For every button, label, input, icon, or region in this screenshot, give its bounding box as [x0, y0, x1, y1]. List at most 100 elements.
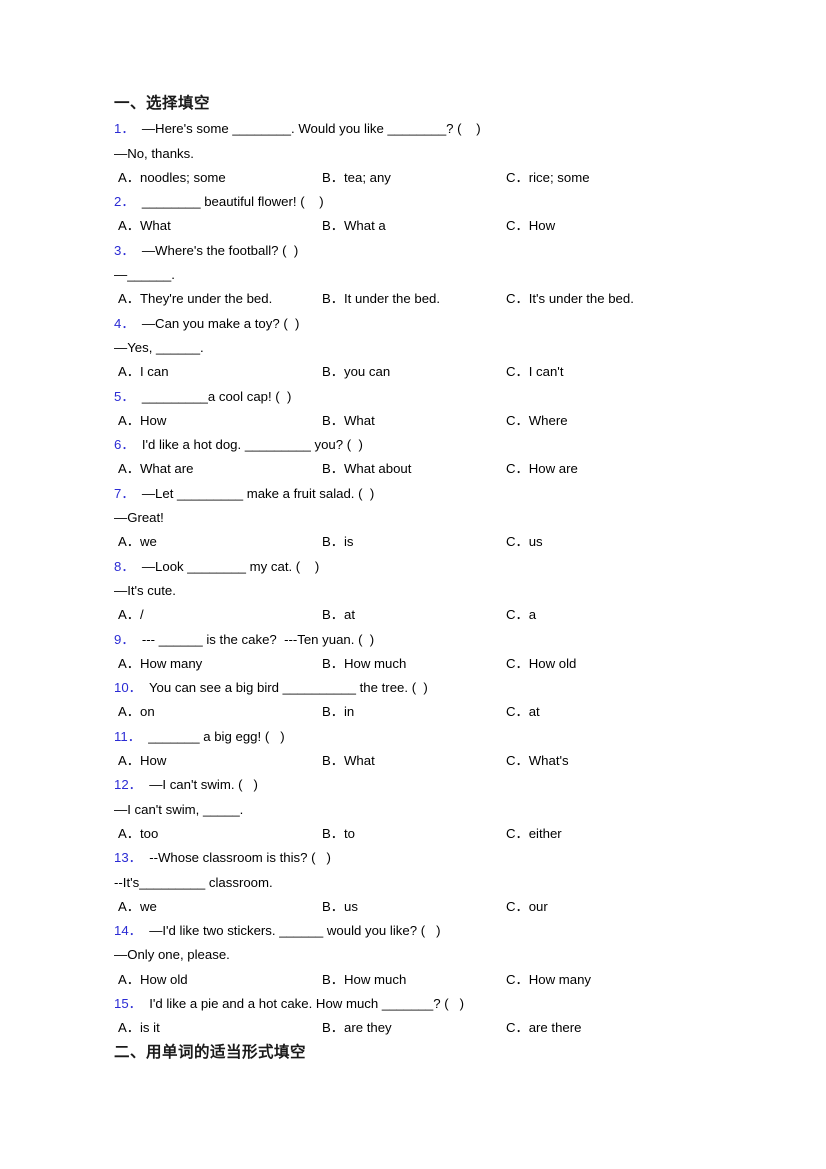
option-c[interactable]: C．How old: [506, 652, 576, 676]
question-number-gap: [135, 243, 142, 258]
option-c[interactable]: C．are there: [506, 1016, 582, 1040]
option-b[interactable]: B．are they: [322, 1016, 392, 1040]
option-c[interactable]: C．I can't: [506, 360, 563, 384]
question-number: 8．: [114, 558, 135, 574]
question-number: 4．: [114, 315, 135, 331]
question-text: —Here's some ________. Would you like __…: [141, 121, 481, 137]
option-c[interactable]: C．How: [506, 214, 555, 238]
option-a[interactable]: A．we: [118, 895, 157, 919]
option-c[interactable]: C．rice; some: [506, 166, 590, 190]
question-number-gap: [135, 316, 142, 331]
option-b[interactable]: B．What about: [322, 457, 411, 481]
question-number-gap: [135, 632, 142, 647]
option-b[interactable]: B．is: [322, 530, 354, 554]
question-continuation: —Only one, please.: [114, 947, 230, 963]
question-number-gap: [135, 389, 142, 404]
option-a[interactable]: A．They're under the bed.: [118, 287, 272, 311]
option-b[interactable]: B．How much: [322, 968, 406, 992]
question-number: 1．: [114, 121, 135, 137]
option-a[interactable]: A．How many: [118, 652, 202, 676]
option-row: A．is it B．are they C．are there: [114, 1016, 716, 1040]
question-number: 5．: [114, 388, 135, 404]
option-a[interactable]: A．What: [118, 214, 171, 238]
question-stem: 3． —Where's the football? ( ): [114, 239, 716, 263]
option-row: A．too B．to C．either: [114, 822, 716, 846]
option-a[interactable]: A．too: [118, 822, 158, 846]
question-continuation: —I can't swim, _____.: [114, 801, 244, 817]
option-a[interactable]: A．we: [118, 530, 157, 554]
option-c[interactable]: C．What's: [506, 749, 569, 773]
question-number: 3．: [114, 242, 135, 258]
option-b[interactable]: B．It under the bed.: [322, 287, 440, 311]
option-b[interactable]: B．How much: [322, 652, 406, 676]
question-continuation: —It's cute.: [114, 582, 176, 598]
option-row: A．/ B．at C．a: [114, 603, 716, 627]
option-c[interactable]: C．at: [506, 700, 540, 724]
option-row: A．I can B．you can C．I can't: [114, 360, 716, 384]
option-c[interactable]: C．either: [506, 822, 562, 846]
option-b[interactable]: B．us: [322, 895, 358, 919]
question-text: —I can't swim. ( ): [149, 777, 258, 793]
option-row: A．noodles; some B．tea; any C．rice; some: [114, 166, 716, 190]
option-a[interactable]: A．I can: [118, 360, 169, 384]
option-c[interactable]: C．It's under the bed.: [506, 287, 634, 311]
question-stem: 5． _________a cool cap! ( ): [114, 385, 716, 409]
question-stem: 6． I'd like a hot dog. _________ you? ( …: [114, 433, 716, 457]
option-c[interactable]: C．How many: [506, 968, 591, 992]
option-a[interactable]: A．noodles; some: [118, 166, 226, 190]
section-heading: 一、选择填空: [114, 95, 211, 112]
option-b[interactable]: B．tea; any: [322, 166, 391, 190]
question-stem: 7． —Let _________ make a fruit salad. ( …: [114, 482, 716, 506]
option-c[interactable]: C．a: [506, 603, 536, 627]
question-stem: 14． —I'd like two stickers. ______ would…: [114, 919, 716, 943]
option-row: A．on B．in C．at: [114, 700, 716, 724]
question-text: _________a cool cap! ( ): [141, 388, 292, 404]
question-number: 12．: [114, 777, 142, 793]
question-number-gap: [142, 680, 149, 695]
option-a[interactable]: A．on: [118, 700, 155, 724]
question-continuation: —Great!: [114, 510, 164, 526]
question-number-gap: [135, 121, 142, 136]
option-a[interactable]: A．is it: [118, 1016, 160, 1040]
option-row: A．we B．us C．our: [114, 895, 716, 919]
option-c[interactable]: C．How are: [506, 457, 578, 481]
option-b[interactable]: B．What a: [322, 214, 386, 238]
question-continuation: --It's_________ classroom.: [114, 874, 273, 890]
question-number: 2．: [114, 194, 135, 210]
option-a[interactable]: A．How: [118, 749, 166, 773]
question-text: I'd like a pie and a hot cake. How much …: [149, 995, 464, 1011]
option-b[interactable]: B．to: [322, 822, 355, 846]
option-b[interactable]: B．What: [322, 409, 375, 433]
question-stem: 15． I'd like a pie and a hot cake. How m…: [114, 992, 716, 1016]
question-text: —Let _________ make a fruit salad. ( ): [141, 485, 375, 501]
option-c[interactable]: C．our: [506, 895, 548, 919]
option-b[interactable]: B．you can: [322, 360, 390, 384]
option-a[interactable]: A．How: [118, 409, 166, 433]
document-content: 一、选择填空 1． —Here's some ________. Would yo…: [114, 92, 716, 1065]
question-stem: 13． --Whose classroom is this? ( ): [114, 846, 716, 870]
option-b[interactable]: B．What: [322, 749, 375, 773]
option-row: A．How many B．How much C．How old: [114, 652, 716, 676]
question-stem: 1． —Here's some ________. Would you like…: [114, 117, 716, 141]
option-c[interactable]: C．Where: [506, 409, 568, 433]
question-continuation: —______.: [114, 267, 175, 283]
question-text: —Where's the football? ( ): [141, 242, 299, 258]
question-stem: 8． —Look ________ my cat. ( ): [114, 555, 716, 579]
question-stem: 11． _______ a big egg! ( ): [114, 725, 716, 749]
question-stem: 4． —Can you make a toy? ( ): [114, 312, 716, 336]
question-text: _______ a big egg! ( ): [148, 728, 285, 744]
question-text: You can see a big bird __________ the tr…: [148, 680, 428, 696]
option-a[interactable]: A．What are: [118, 457, 194, 481]
option-a[interactable]: A．How old: [118, 968, 188, 992]
option-b[interactable]: B．at: [322, 603, 355, 627]
question-number: 9．: [114, 631, 135, 647]
question-text: --Whose classroom is this? ( ): [149, 850, 331, 866]
option-c[interactable]: C．us: [506, 530, 543, 554]
option-b[interactable]: B．in: [322, 700, 354, 724]
question-number: 15．: [114, 995, 142, 1011]
question-text: I'd like a hot dog. _________ you? ( ): [141, 437, 363, 453]
option-row: A．How B．What C．Where: [114, 409, 716, 433]
document-page: 一、选择填空 1． —Here's some ________. Would yo…: [0, 0, 826, 1169]
option-a[interactable]: A．/: [118, 603, 144, 627]
question-text: —Can you make a toy? ( ): [141, 315, 300, 331]
